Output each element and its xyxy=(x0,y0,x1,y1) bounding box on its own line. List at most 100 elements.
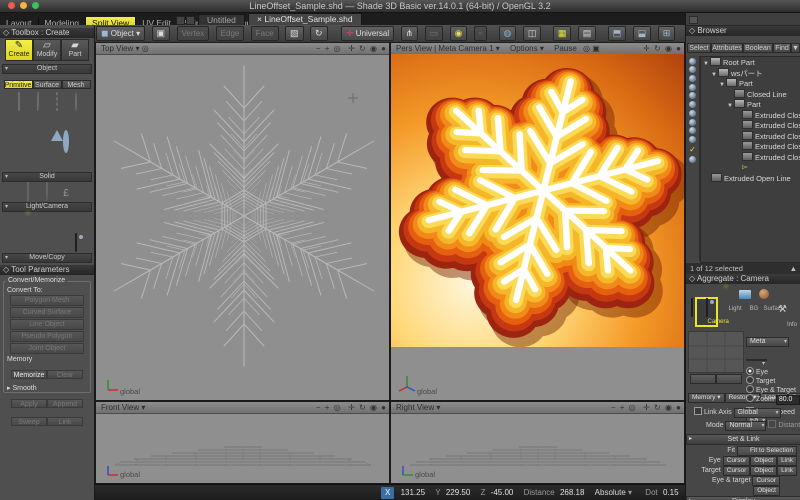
smooth-label[interactable]: ▸ Smooth xyxy=(7,384,90,392)
browser-tab-attributes[interactable]: Attributes xyxy=(711,43,743,53)
gear-icon[interactable]: ◎ xyxy=(583,44,590,53)
browser-header[interactable]: ◇ Browser xyxy=(686,26,800,36)
mode-dropdown[interactable]: Normal xyxy=(725,421,766,431)
pers-pause-button[interactable]: Pause xyxy=(554,44,577,53)
render-toggle-icon[interactable]: ▣ xyxy=(592,44,600,53)
object-tab-mesh[interactable]: Mesh xyxy=(62,80,91,89)
universal-manipulator-button[interactable]: ✛ Universal xyxy=(341,26,394,41)
section-object[interactable]: ▾Object xyxy=(2,64,92,74)
expand-icon[interactable]: ▼ xyxy=(703,59,710,70)
globe-tool-button[interactable]: ◍ xyxy=(499,26,517,41)
memory-button[interactable]: Memory ▾ xyxy=(688,393,725,403)
line-light-tool-icon[interactable] xyxy=(29,233,46,246)
target-cursor-button[interactable]: Cursor xyxy=(723,466,751,476)
viewport-front[interactable]: Front View ▾ − + ◎ ✛ ↻ ◉ ● global xyxy=(95,401,390,484)
fit-to-selection-button[interactable]: Fit to Selection xyxy=(737,446,797,456)
camera-preview-grid[interactable] xyxy=(688,331,744,373)
wedge-tool-icon[interactable] xyxy=(67,112,84,125)
eye-target-object-button[interactable]: Object xyxy=(753,486,780,496)
pers-camera-select[interactable]: Meta Camera 1 xyxy=(438,44,493,53)
radio-zoom[interactable]: Zoom 80.0 xyxy=(746,394,800,405)
point-light-tool-icon[interactable] xyxy=(20,213,37,226)
section-set-link[interactable]: ▸Set & Link xyxy=(686,434,800,445)
right-view-name[interactable]: Right View ▾ xyxy=(391,403,440,412)
expand-icon[interactable]: ▼ xyxy=(711,70,718,81)
top-view-name[interactable]: Top View ▾ ◎ xyxy=(96,44,149,53)
ambient-light-tool-icon[interactable] xyxy=(48,233,65,246)
eye-cursor-button[interactable]: Cursor xyxy=(723,456,751,466)
tree-row[interactable]: ▼Part xyxy=(701,99,800,110)
radio-eye-target-icon[interactable] xyxy=(746,385,754,393)
toolbox-tab-modify[interactable]: ▱Modify xyxy=(33,39,61,61)
link-axis-dropdown[interactable]: Global xyxy=(734,408,781,418)
rotate-view-button[interactable]: ↻ xyxy=(310,26,328,41)
aggregate-tab-bg[interactable]: BG xyxy=(735,286,754,312)
collapse-panel-icon[interactable]: ▲ xyxy=(790,263,797,274)
section-light-camera[interactable]: ▾Light/Camera xyxy=(2,202,92,212)
top-view-controls[interactable]: − + ◎ ✛ ↻ ◉ ● xyxy=(316,43,387,54)
memorize-button[interactable]: Memorize xyxy=(11,370,47,379)
zoom-value-field[interactable]: 80.0 xyxy=(776,395,800,405)
object-tab-primitive[interactable]: Primitive xyxy=(4,80,33,89)
eye-target-cursor-button[interactable]: Cursor xyxy=(752,476,780,486)
funnel-filter-icon[interactable]: ▼ xyxy=(791,43,800,53)
radio-eye-icon[interactable] xyxy=(746,367,754,375)
radio-target-icon[interactable] xyxy=(746,376,754,384)
toolbox-tab-part[interactable]: ▰Part xyxy=(61,39,89,61)
mini-camera-icon[interactable] xyxy=(687,299,697,325)
tree-row[interactable]: Extruded Open Line xyxy=(701,173,800,184)
meta-dropdown[interactable]: Meta xyxy=(746,337,789,347)
visibility-sphere-icon[interactable] xyxy=(689,92,696,99)
browser-tab-select[interactable]: Select xyxy=(687,43,711,53)
visibility-sphere-icon[interactable] xyxy=(689,58,696,65)
pers-options-menu[interactable]: Options ▾ xyxy=(510,44,544,53)
viewport-pers[interactable]: Pers View | Meta Camera 1 ▾ Options ▾ Pa… xyxy=(390,42,685,401)
visibility-sphere-icon[interactable] xyxy=(689,66,696,73)
object-tab-surface[interactable]: Surface xyxy=(33,80,62,89)
section-display[interactable]: ▸Display xyxy=(686,496,800,500)
section-solid[interactable]: ▾Solid xyxy=(2,172,92,182)
aggregate-tab-info[interactable]: ⚒Info xyxy=(773,302,792,328)
capsule-tool-icon[interactable] xyxy=(39,132,56,145)
tree-row[interactable]: ▼Root Part xyxy=(701,57,800,68)
directional-light-tool-icon[interactable] xyxy=(58,213,75,226)
link-axis-checkbox[interactable] xyxy=(694,407,702,415)
radio-zoom-icon[interactable] xyxy=(746,394,754,402)
visibility-sphere-icon[interactable] xyxy=(689,75,696,82)
x-value[interactable]: 131.25 xyxy=(401,488,425,497)
tab-menu-icon[interactable] xyxy=(186,16,195,25)
aggregate-tab-surface[interactable]: Surface xyxy=(754,286,773,312)
cylinder-tool-icon[interactable] xyxy=(20,132,37,145)
box-stack-tool-icon[interactable] xyxy=(39,152,56,165)
front-view-name[interactable]: Front View ▾ xyxy=(96,403,145,412)
tool-parameters-header[interactable]: ◇ Tool Parameters xyxy=(0,265,94,275)
browser-tab-find[interactable]: Find xyxy=(773,43,791,53)
bulb-tool-button[interactable]: ◉ xyxy=(450,26,468,41)
expand-icon[interactable]: ▼ xyxy=(719,80,726,91)
right-view-controls[interactable]: − + ◎ ✛ ↻ ◉ ● xyxy=(611,402,682,413)
camera-mode-button[interactable]: ▣ xyxy=(152,26,171,41)
marquee-select-button[interactable]: ▧ xyxy=(285,26,304,41)
aggregate-tab-camera[interactable]: Camera xyxy=(697,299,716,325)
radio-eye-target[interactable]: Eye & Target xyxy=(746,385,800,394)
aggregate-header[interactable]: ◇ Aggregate : Camera xyxy=(686,274,800,284)
coordinate-mode-dropdown[interactable]: Absolute ▾ xyxy=(595,488,632,497)
visibility-sphere-icon[interactable] xyxy=(689,84,696,91)
tree-row[interactable]: Extruded Closed xyxy=(701,120,800,131)
expand-icon[interactable]: ▼ xyxy=(727,101,734,112)
visibility-sphere-icon[interactable] xyxy=(689,127,696,134)
viewport-right[interactable]: Right View ▾ − + ◎ ✛ ↻ ◉ ● global xyxy=(390,401,685,484)
controller-button[interactable]: ⬓ xyxy=(633,26,652,41)
eye-object-button[interactable]: Object xyxy=(750,456,777,466)
eye-link-button[interactable]: Link xyxy=(777,456,797,466)
target-link-button[interactable]: Link xyxy=(777,466,797,476)
pers-view-controls[interactable]: ✛ ↻ ◉ ● xyxy=(643,43,682,54)
object-mode-button[interactable]: ◼ Object ▾ xyxy=(96,26,145,41)
panel-toggle-icon[interactable] xyxy=(689,16,698,24)
section-move-copy[interactable]: ▾Move/Copy xyxy=(2,253,92,263)
toolbox-tab-create[interactable]: ✎Create xyxy=(5,39,33,61)
visibility-sphere-icon[interactable] xyxy=(689,110,696,117)
rounded-box-tool-icon[interactable] xyxy=(10,112,27,125)
toolbox-header[interactable]: ◇ Toolbox : Create xyxy=(0,28,94,38)
cone-tool-icon[interactable] xyxy=(48,113,65,126)
